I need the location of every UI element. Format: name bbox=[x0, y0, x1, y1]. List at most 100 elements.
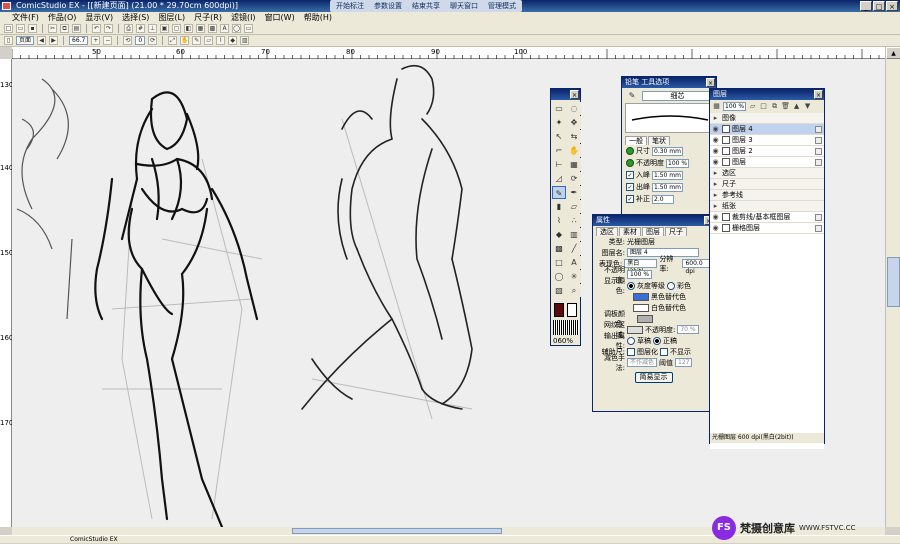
vertical-scroll-thumb[interactable] bbox=[887, 257, 900, 307]
palette-swatch[interactable] bbox=[637, 314, 653, 323]
in-field[interactable]: 1.50 mm bbox=[652, 170, 683, 180]
layer-row[interactable]: ◉ 图层 bbox=[710, 157, 824, 168]
close-button[interactable]: × bbox=[886, 1, 898, 11]
page-icon[interactable]: ▯ bbox=[4, 36, 13, 45]
eye-icon[interactable]: ◉ bbox=[711, 136, 720, 145]
expand-icon[interactable]: ▸ bbox=[711, 191, 720, 200]
qq-settings[interactable]: 参数设置 bbox=[374, 1, 402, 11]
eye-icon[interactable]: ◉ bbox=[711, 147, 720, 156]
new-layer-icon[interactable]: □ bbox=[759, 102, 768, 111]
layer-row[interactable]: ▸ 尺子 bbox=[710, 179, 824, 190]
line-tool-icon[interactable]: ╱ bbox=[567, 242, 581, 255]
layer-icon[interactable]: ▦ bbox=[196, 24, 205, 33]
airbrush-icon[interactable]: ∴ bbox=[567, 214, 581, 227]
zoom-out-icon[interactable]: − bbox=[103, 36, 113, 45]
white-sub-swatch[interactable] bbox=[633, 303, 649, 312]
horizontal-scroll-thumb[interactable] bbox=[292, 528, 502, 534]
layer-lock-icon[interactable] bbox=[815, 224, 822, 232]
layer-row[interactable]: ▸ 纸张 bbox=[710, 201, 824, 212]
expand-icon[interactable]: ▸ bbox=[711, 169, 720, 178]
correct-checkbox[interactable]: ✓ bbox=[626, 195, 634, 203]
select-all-icon[interactable]: ▣ bbox=[160, 24, 169, 33]
opacity-field[interactable]: 100 % bbox=[666, 158, 690, 168]
layer-opacity-select[interactable]: 100 % bbox=[723, 102, 747, 111]
frame-tool-icon[interactable]: ▦ bbox=[567, 158, 581, 171]
black-sub-swatch[interactable] bbox=[633, 292, 649, 301]
nib-select[interactable]: 细芯 bbox=[642, 90, 713, 101]
copy-layer-icon[interactable]: ⧉ bbox=[770, 102, 779, 111]
mesh-swatch[interactable] bbox=[627, 325, 643, 334]
color-radio[interactable] bbox=[667, 281, 675, 290]
next-page-icon[interactable]: ▶ bbox=[49, 36, 59, 45]
deselect-icon[interactable]: ▢ bbox=[172, 24, 181, 33]
expression-select[interactable]: 黑白 (2bit) bbox=[624, 259, 658, 275]
expand-icon[interactable]: ▸ bbox=[711, 180, 720, 189]
eye-icon[interactable]: ◉ bbox=[711, 224, 720, 233]
redo-icon[interactable]: ↷ bbox=[104, 24, 113, 33]
layer-row[interactable]: ◉ 裁剪线/基本框图层 bbox=[710, 212, 824, 223]
print-icon[interactable]: ⎙ bbox=[124, 24, 133, 33]
layer-lock-icon[interactable] bbox=[815, 125, 822, 133]
expand-icon[interactable]: ▸ bbox=[711, 202, 720, 211]
eraser-tool-icon[interactable]: ▱ bbox=[567, 200, 581, 213]
layer-row[interactable]: ▸ 选区 bbox=[710, 168, 824, 179]
menu-window[interactable]: 窗口(W) bbox=[265, 12, 295, 23]
menu-ruler[interactable]: 尺子(R) bbox=[194, 12, 222, 23]
threshold-field[interactable]: 127 bbox=[675, 358, 693, 367]
layer-lock-icon[interactable] bbox=[815, 136, 822, 144]
layer-row[interactable]: ◉ 图层 3 bbox=[710, 135, 824, 146]
balloon-icon[interactable]: ◯ bbox=[232, 24, 241, 33]
select-rect-icon[interactable]: ▭ bbox=[552, 102, 566, 115]
rasterize-checkbox[interactable] bbox=[627, 347, 635, 356]
pen-icon[interactable]: ✎ bbox=[192, 36, 202, 45]
undo-icon[interactable]: ↶ bbox=[92, 24, 101, 33]
opacity-toggle-icon[interactable] bbox=[626, 159, 634, 167]
layer-lock-icon[interactable] bbox=[815, 213, 822, 221]
magic-wand-icon[interactable]: ✦ bbox=[552, 116, 566, 129]
tab-pen-shape[interactable]: 笔状 bbox=[648, 136, 670, 145]
object-select-icon[interactable]: ↖ bbox=[552, 130, 566, 143]
layer-row[interactable]: ◉ 图层 2 bbox=[710, 146, 824, 157]
rotate-tool-icon[interactable]: ⟳ bbox=[567, 172, 581, 185]
brush-tool-icon[interactable]: ⌇ bbox=[552, 214, 566, 227]
pattern-icon[interactable]: ▧ bbox=[552, 284, 566, 297]
rotate-left-icon[interactable]: ⟲ bbox=[123, 36, 133, 45]
main-color-swatch[interactable] bbox=[554, 303, 564, 317]
expand-icon[interactable]: ▸ bbox=[711, 114, 720, 123]
menu-file[interactable]: 文件(F) bbox=[12, 12, 39, 23]
menu-help[interactable]: 帮助(H) bbox=[304, 12, 332, 23]
correct-field[interactable]: 2.0 bbox=[652, 194, 674, 204]
size-toggle-icon[interactable] bbox=[626, 147, 634, 155]
gradient-tool-icon[interactable]: ▥ bbox=[567, 228, 581, 241]
brush-icon[interactable]: ⌇ bbox=[216, 36, 226, 45]
marker-icon[interactable]: ▮ bbox=[552, 200, 566, 213]
pen-tool-icon[interactable]: ✒ bbox=[567, 186, 581, 199]
layer-up-icon[interactable]: ▲ bbox=[792, 102, 801, 111]
tab-ruler[interactable]: 尺子 bbox=[665, 227, 687, 236]
rotate-select[interactable]: 0 bbox=[135, 36, 146, 45]
in-checkbox[interactable]: ✓ bbox=[626, 171, 634, 179]
layer-lock-icon[interactable] bbox=[815, 147, 822, 155]
lasso-icon[interactable]: ◌ bbox=[567, 102, 581, 115]
maximize-button[interactable]: □ bbox=[873, 1, 885, 11]
tab-material[interactable]: 素材 bbox=[619, 227, 641, 236]
move-icon[interactable]: ✥ bbox=[567, 116, 581, 129]
zoom-tool-icon[interactable]: ⌕ bbox=[567, 284, 581, 297]
new-folder-icon[interactable]: ▱ bbox=[748, 102, 757, 111]
layer-row[interactable]: ▸ 图像 bbox=[710, 113, 824, 124]
shape-tool-icon[interactable]: □ bbox=[552, 256, 566, 269]
minimize-button[interactable]: _ bbox=[860, 1, 872, 11]
rotate-right-icon[interactable]: ⟳ bbox=[148, 36, 158, 45]
hide-checkbox[interactable] bbox=[660, 347, 668, 356]
close-icon[interactable]: × bbox=[706, 78, 715, 87]
layer-row[interactable]: ◉ 图层 4 bbox=[710, 124, 824, 135]
gray-radio[interactable] bbox=[627, 281, 635, 290]
qq-manage[interactable]: 管理模式 bbox=[488, 1, 516, 11]
zoom-in-icon[interactable]: + bbox=[91, 36, 101, 45]
zoom-select[interactable]: 66.7 bbox=[69, 36, 89, 45]
reduce-select[interactable]: 不作减色 bbox=[627, 358, 658, 367]
eye-icon[interactable]: ◉ bbox=[711, 158, 720, 167]
menu-layer[interactable]: 图层(L) bbox=[158, 12, 185, 23]
eraser-icon[interactable]: ▱ bbox=[204, 36, 214, 45]
pencil-tool-icon[interactable]: ✎ bbox=[552, 186, 566, 199]
